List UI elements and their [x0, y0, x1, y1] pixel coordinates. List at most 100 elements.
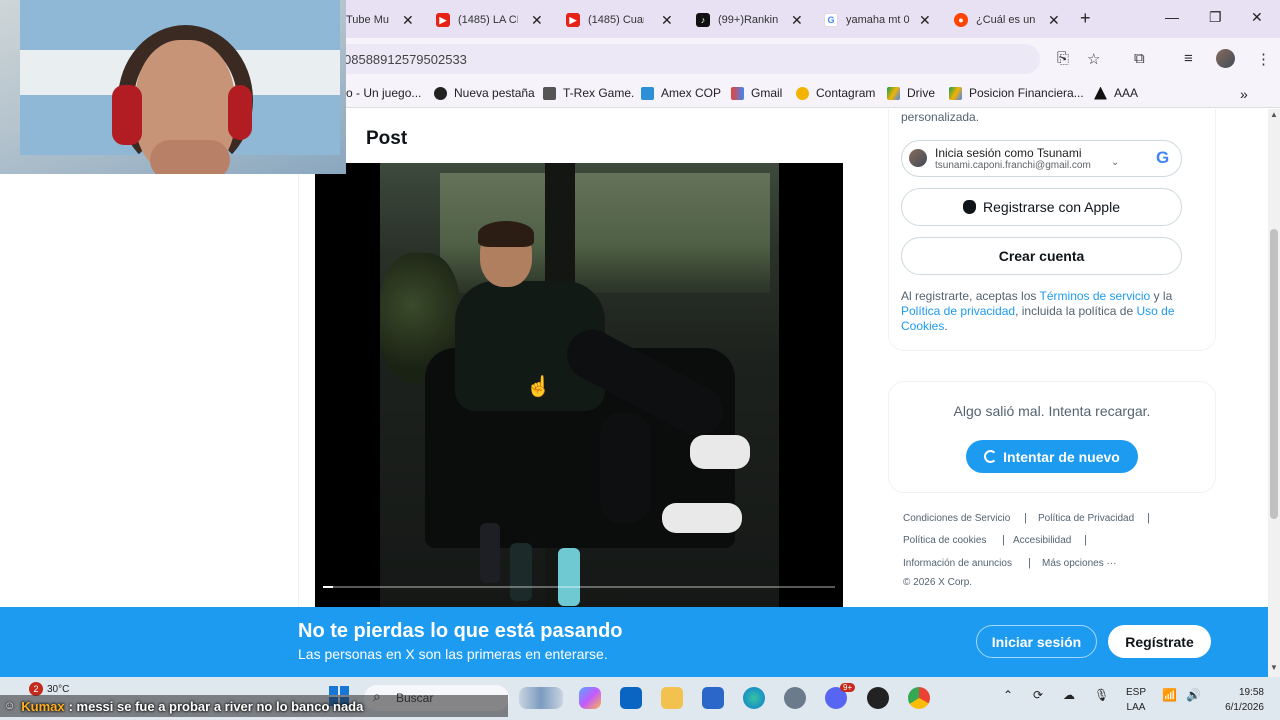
- new-tab-button[interactable]: +: [1080, 8, 1091, 29]
- tab-close-icon[interactable]: ✕: [919, 12, 931, 29]
- bookmark-contagram[interactable]: Contagram: [796, 86, 875, 100]
- tab-tiktok[interactable]: ♪ (99+)Rankin ✕: [696, 6, 803, 34]
- bookmark-label: T-Rex Game.: [563, 86, 635, 100]
- cloud-icon[interactable]: ☁: [1063, 688, 1075, 702]
- chevron-down-icon[interactable]: ⌄: [1111, 157, 1119, 168]
- settings-gear-icon[interactable]: [784, 687, 806, 709]
- lang-top: ESP: [1126, 687, 1147, 698]
- volume-icon[interactable]: 🔊: [1186, 688, 1201, 702]
- tab-close-icon[interactable]: ✕: [791, 12, 803, 29]
- discord-badge: 9+: [840, 683, 856, 692]
- footer-link-terms[interactable]: Condiciones de Servicio: [903, 513, 1010, 524]
- privacy-link[interactable]: Política de privacidad: [901, 304, 1015, 318]
- video-frame[interactable]: [380, 163, 779, 607]
- bookmark-label: Posicion Financiera...: [969, 86, 1084, 100]
- globe-icon: [434, 86, 447, 100]
- banner-title: No te pierdas lo que está pasando: [298, 620, 623, 642]
- sneaker: [690, 435, 750, 469]
- triangle-logo-icon: [1094, 86, 1107, 100]
- bookmark-posicion[interactable]: Posicion Financiera...: [949, 86, 1084, 100]
- footer-link-ads[interactable]: Información de anuncios: [903, 558, 1012, 569]
- tab-reddit[interactable]: ● ¿Cuál es un ✕: [954, 6, 1060, 34]
- sync-icon[interactable]: ⟳: [1033, 688, 1043, 702]
- tab-youtube-2[interactable]: ▶ (1485) Cuan ✕: [566, 6, 673, 34]
- login-button[interactable]: Iniciar sesión: [976, 625, 1097, 658]
- wifi-icon[interactable]: 📶: [1162, 688, 1177, 702]
- create-account-button[interactable]: Crear cuenta: [901, 237, 1182, 275]
- edge-icon[interactable]: [743, 687, 765, 709]
- clock[interactable]: 19:58 6/1/2026: [1222, 685, 1264, 715]
- bookmark-aaa[interactable]: AAA: [1094, 86, 1138, 100]
- create-account-label: Crear cuenta: [998, 248, 1085, 264]
- bookmark-game[interactable]: o - Un juego...: [346, 86, 421, 100]
- person-leg: [600, 413, 650, 523]
- install-app-icon[interactable]: ⎘: [1057, 50, 1069, 67]
- file-explorer-icon[interactable]: [661, 687, 683, 709]
- bookmark-label: Contagram: [816, 86, 876, 100]
- apple-icon: [963, 200, 977, 214]
- copilot-icon[interactable]: [579, 687, 601, 709]
- signup-text: personalizada.: [901, 110, 980, 124]
- tab-close-icon[interactable]: ✕: [1048, 12, 1060, 29]
- scrollbar-thumb[interactable]: [1270, 229, 1278, 519]
- bookmarks-overflow-icon[interactable]: »: [1240, 86, 1248, 102]
- legal-and: y la: [1153, 289, 1173, 303]
- scroll-down-icon[interactable]: ▼: [1270, 663, 1278, 672]
- close-window-icon[interactable]: ✕: [1251, 9, 1263, 26]
- bookmark-trex[interactable]: T-Rex Game.: [543, 86, 634, 100]
- tab-google[interactable]: G yamaha mt 0 ✕: [824, 6, 931, 34]
- media-control-icon[interactable]: ≡: [1184, 50, 1193, 67]
- youtube-icon: ▶: [436, 13, 450, 27]
- chrome-icon[interactable]: [908, 687, 930, 709]
- clock-time: 19:58: [1238, 687, 1264, 698]
- page-scrollbar[interactable]: [1268, 109, 1280, 677]
- google-account-name: Inicia sesión como Tsunami: [935, 146, 1082, 160]
- video-progress-fill: [323, 586, 334, 588]
- bookmark-label: Nueva pestaña: [454, 86, 535, 100]
- microphone-icon[interactable]: 🎙: [1094, 688, 1109, 702]
- page-title: Post: [366, 128, 408, 149]
- footer-link-privacy[interactable]: Política de Privacidad: [1038, 513, 1134, 524]
- obs-icon[interactable]: [867, 687, 889, 709]
- chat-text: : messi se fue a probar a river no lo ba…: [68, 698, 364, 714]
- apple-signup-button[interactable]: Registrarse con Apple: [901, 188, 1182, 226]
- restore-icon[interactable]: ❐: [1209, 9, 1222, 26]
- footer-link-cookies[interactable]: Política de cookies: [903, 535, 986, 546]
- minimize-icon[interactable]: —: [1165, 9, 1179, 25]
- tab-close-icon[interactable]: ✕: [661, 12, 673, 29]
- legal-including: , incluida la política de: [1015, 304, 1134, 318]
- post-header: [346, 118, 860, 162]
- bookmark-star-icon[interactable]: ☆: [1087, 50, 1100, 68]
- url-text[interactable]: 08588912579502533: [344, 52, 467, 67]
- scroll-up-icon[interactable]: ▲: [1270, 110, 1278, 119]
- headphone-cup: [112, 85, 142, 145]
- login-label: Iniciar sesión: [991, 633, 1082, 650]
- tab-close-icon[interactable]: ✕: [402, 12, 414, 29]
- footer-link-accessibility[interactable]: Accesibilidad: [1013, 535, 1071, 546]
- stream-chat-message: ☺ Kumax : messi se fue a probar a river …: [0, 695, 363, 717]
- tab-close-icon[interactable]: ✕: [531, 12, 543, 29]
- google-icon: G: [824, 13, 838, 27]
- language-indicator[interactable]: ESP LAA: [1126, 685, 1146, 715]
- terms-link[interactable]: Términos de servicio: [1040, 289, 1151, 303]
- outlook-icon[interactable]: [620, 687, 642, 709]
- retry-button[interactable]: Intentar de nuevo: [966, 440, 1138, 473]
- widgets-icon[interactable]: [519, 687, 563, 709]
- signup-button[interactable]: Regístrate: [1108, 625, 1211, 658]
- banner-subtitle: Las personas en X son las primeras en en…: [298, 646, 608, 662]
- extensions-icon[interactable]: ⧉: [1134, 50, 1145, 67]
- sidebar-divider: [298, 109, 299, 607]
- footer-link-more[interactable]: Más opciones ···: [1042, 558, 1116, 569]
- store-icon[interactable]: [702, 687, 724, 709]
- weather-temp[interactable]: 30°C: [47, 684, 69, 695]
- video-progress-bar[interactable]: [323, 586, 835, 588]
- profile-avatar[interactable]: [1216, 49, 1235, 68]
- bookmark-gmail[interactable]: Gmail: [731, 86, 782, 100]
- tab-youtube-music[interactable]: Tube Mu ✕: [346, 6, 414, 34]
- tray-overflow-icon[interactable]: ⌃: [1003, 688, 1013, 702]
- bookmark-drive[interactable]: Drive: [887, 86, 935, 100]
- bookmark-new-tab[interactable]: Nueva pestaña: [434, 86, 535, 100]
- chrome-menu-icon[interactable]: ⋮: [1256, 50, 1271, 68]
- tab-youtube-1[interactable]: ▶ (1485) LA CH ✕: [436, 6, 543, 34]
- bookmark-amex[interactable]: Amex COP: [641, 86, 721, 100]
